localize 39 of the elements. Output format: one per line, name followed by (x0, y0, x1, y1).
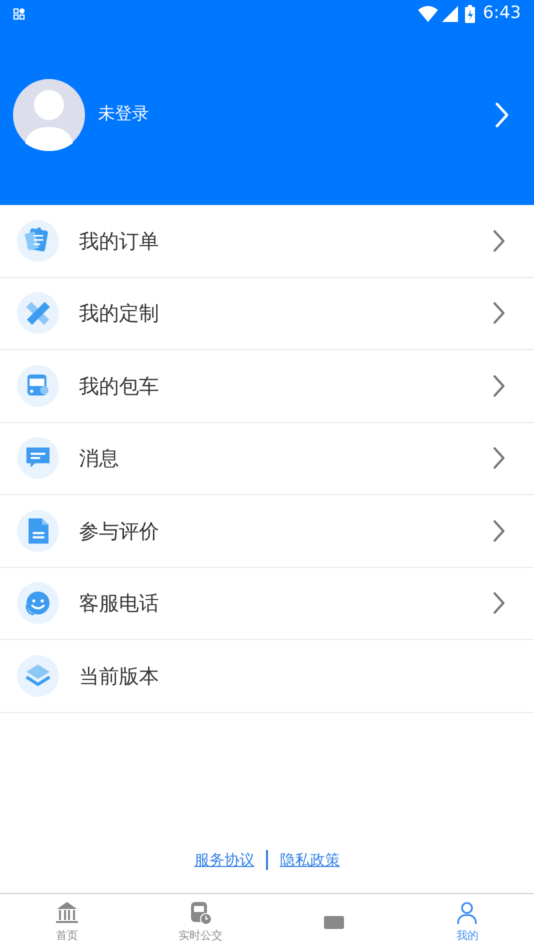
chat-icon (17, 437, 59, 480)
menu-label: 消息 (79, 445, 120, 472)
chevron-right-icon (492, 300, 506, 326)
document-icon (17, 510, 59, 552)
profile-row[interactable]: 未登录 (0, 79, 534, 151)
menu-item[interactable]: 参与评价 (0, 495, 534, 568)
menu-item[interactable]: 我的订单 (0, 205, 534, 278)
footer-link[interactable]: 隐私政策 (280, 848, 340, 871)
wifi-icon (418, 6, 438, 22)
menu-label: 我的包车 (79, 372, 160, 400)
signal-icon (442, 6, 458, 22)
menu-item[interactable]: 当前版本 (0, 640, 534, 712)
bus-icon (17, 364, 59, 407)
battery-charging-icon (464, 5, 475, 23)
chevron-right-icon (492, 372, 506, 399)
layers-icon (17, 654, 59, 697)
menu-label: 当前版本 (79, 662, 160, 690)
chevron-right-icon (492, 445, 506, 472)
menu-item[interactable]: 我的定制 (0, 278, 534, 350)
chevron-right-icon (492, 590, 506, 616)
clock-time: 6:43 (482, 2, 521, 26)
menu-item[interactable]: 我的包车 (0, 350, 534, 422)
login-status: 未登录 (98, 103, 150, 126)
menu-item[interactable]: 消息 (0, 422, 534, 495)
menu-label: 我的订单 (79, 228, 160, 255)
chevron-right-icon (494, 101, 510, 129)
nav-tab[interactable]: 首页 (0, 894, 134, 950)
menu-item[interactable]: 客服电话 (0, 568, 534, 640)
nav-tab[interactable]: 实时公交 (134, 894, 267, 950)
avatar-placeholder-icon (13, 79, 85, 151)
menu-label: 客服电话 (79, 590, 160, 618)
footer-link[interactable]: 服务协议 (194, 848, 254, 871)
chevron-right-icon (492, 228, 506, 254)
apps-icon (13, 8, 25, 20)
chevron-right-icon (492, 518, 506, 544)
notepad-icon (17, 220, 59, 262)
menu-label: 参与评价 (79, 518, 160, 545)
smiley-headset-icon (17, 582, 59, 624)
menu-label: 我的定制 (79, 300, 160, 328)
